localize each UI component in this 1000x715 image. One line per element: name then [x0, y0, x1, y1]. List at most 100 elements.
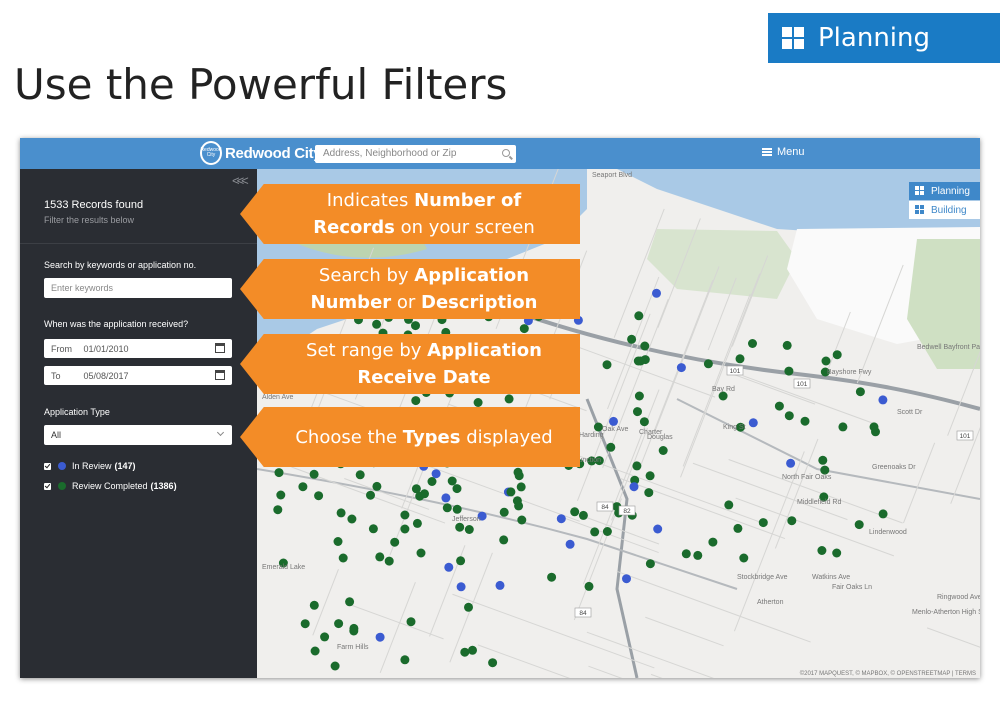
- application-marker[interactable]: [442, 503, 452, 513]
- application-marker[interactable]: [570, 507, 580, 517]
- calendar-icon[interactable]: [215, 343, 225, 353]
- application-marker[interactable]: [400, 524, 410, 534]
- application-marker[interactable]: [504, 394, 514, 404]
- in-review-checkbox[interactable]: [44, 462, 51, 470]
- application-marker[interactable]: [653, 524, 663, 534]
- application-marker[interactable]: [468, 645, 477, 655]
- application-marker[interactable]: [338, 553, 348, 563]
- application-marker[interactable]: [878, 509, 888, 519]
- application-marker[interactable]: [632, 461, 642, 471]
- application-marker[interactable]: [516, 482, 526, 492]
- application-marker[interactable]: [300, 619, 310, 629]
- application-marker[interactable]: [366, 490, 375, 500]
- legend-in-review[interactable]: In Review (147): [44, 461, 136, 471]
- application-marker[interactable]: [639, 417, 649, 427]
- application-marker[interactable]: [441, 493, 451, 503]
- application-marker[interactable]: [431, 469, 441, 479]
- application-marker[interactable]: [782, 340, 792, 350]
- application-marker[interactable]: [724, 500, 734, 510]
- application-marker[interactable]: [514, 471, 524, 481]
- collapse-sidebar-icon[interactable]: <<<: [232, 173, 249, 188]
- application-marker[interactable]: [416, 548, 426, 558]
- application-marker[interactable]: [347, 514, 357, 524]
- application-marker[interactable]: [375, 632, 385, 642]
- application-marker[interactable]: [464, 602, 473, 612]
- application-marker[interactable]: [774, 401, 784, 411]
- application-marker[interactable]: [334, 619, 344, 629]
- application-marker[interactable]: [739, 553, 749, 563]
- application-marker[interactable]: [456, 556, 466, 566]
- application-marker[interactable]: [832, 548, 842, 558]
- application-marker[interactable]: [681, 549, 691, 559]
- application-marker[interactable]: [488, 658, 498, 668]
- application-marker[interactable]: [602, 527, 612, 536]
- application-marker[interactable]: [832, 350, 842, 360]
- application-marker[interactable]: [464, 525, 474, 534]
- application-marker[interactable]: [336, 508, 346, 518]
- application-marker[interactable]: [693, 550, 703, 560]
- application-marker[interactable]: [871, 427, 880, 437]
- application-marker[interactable]: [645, 559, 655, 569]
- application-marker[interactable]: [320, 632, 330, 642]
- legend-review-completed[interactable]: Review Completed (1386): [44, 481, 177, 491]
- application-marker[interactable]: [349, 626, 359, 636]
- layer-toggle-planning[interactable]: Planning: [909, 182, 980, 200]
- application-marker[interactable]: [506, 487, 516, 497]
- application-marker[interactable]: [368, 524, 378, 534]
- application-marker[interactable]: [584, 581, 594, 591]
- application-marker[interactable]: [703, 359, 713, 369]
- application-marker[interactable]: [514, 501, 524, 511]
- application-marker[interactable]: [411, 396, 421, 406]
- application-marker[interactable]: [375, 552, 385, 562]
- application-marker[interactable]: [784, 366, 794, 376]
- application-marker[interactable]: [708, 537, 718, 547]
- application-marker[interactable]: [640, 355, 650, 365]
- application-marker[interactable]: [602, 360, 612, 370]
- application-marker[interactable]: [652, 288, 661, 298]
- application-marker[interactable]: [634, 311, 644, 321]
- application-marker[interactable]: [372, 481, 382, 491]
- application-type-select[interactable]: All: [44, 425, 232, 445]
- application-marker[interactable]: [855, 387, 865, 397]
- application-marker[interactable]: [298, 482, 308, 492]
- application-marker[interactable]: [330, 661, 340, 671]
- application-marker[interactable]: [273, 505, 283, 515]
- application-marker[interactable]: [854, 520, 864, 530]
- application-marker[interactable]: [333, 537, 343, 546]
- application-marker[interactable]: [384, 556, 394, 566]
- search-icon[interactable]: [502, 149, 510, 157]
- application-marker[interactable]: [455, 522, 465, 532]
- application-marker[interactable]: [473, 398, 483, 407]
- application-marker[interactable]: [390, 537, 400, 547]
- application-marker[interactable]: [658, 446, 668, 455]
- application-marker[interactable]: [838, 422, 848, 432]
- application-marker[interactable]: [427, 477, 437, 486]
- application-marker[interactable]: [547, 572, 557, 582]
- application-marker[interactable]: [565, 539, 575, 549]
- application-marker[interactable]: [460, 647, 470, 657]
- application-marker[interactable]: [412, 518, 422, 528]
- application-marker[interactable]: [411, 321, 420, 331]
- application-marker[interactable]: [735, 354, 745, 364]
- application-marker[interactable]: [784, 411, 794, 421]
- application-marker[interactable]: [310, 646, 320, 656]
- application-marker[interactable]: [821, 356, 831, 366]
- layer-toggle-building[interactable]: Building: [909, 201, 980, 219]
- application-marker[interactable]: [748, 418, 758, 428]
- application-marker[interactable]: [622, 574, 631, 584]
- application-marker[interactable]: [645, 471, 655, 481]
- application-marker[interactable]: [274, 468, 284, 478]
- application-marker[interactable]: [634, 391, 644, 401]
- application-marker[interactable]: [627, 334, 637, 344]
- application-marker[interactable]: [309, 469, 319, 479]
- application-marker[interactable]: [609, 416, 618, 426]
- application-marker[interactable]: [309, 600, 319, 610]
- application-marker[interactable]: [818, 455, 828, 465]
- application-marker[interactable]: [733, 523, 743, 533]
- application-marker[interactable]: [499, 535, 509, 545]
- application-marker[interactable]: [456, 582, 466, 592]
- application-marker[interactable]: [578, 510, 588, 520]
- calendar-icon[interactable]: [215, 370, 225, 380]
- application-marker[interactable]: [800, 416, 810, 426]
- application-marker[interactable]: [406, 617, 416, 627]
